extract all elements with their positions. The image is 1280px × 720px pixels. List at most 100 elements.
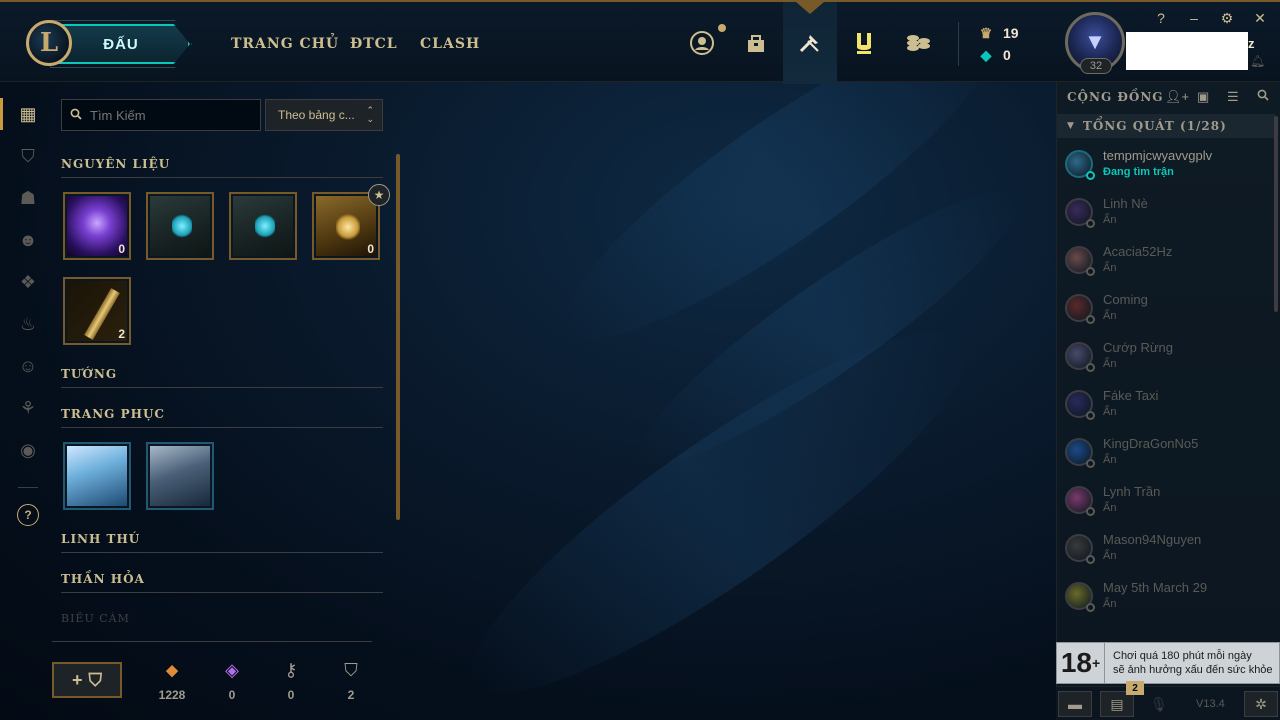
microphone-icon[interactable]: 🎙︎ bbox=[1142, 691, 1176, 717]
favorite-star-icon[interactable]: ★ bbox=[368, 184, 390, 206]
rail-active-indicator bbox=[0, 98, 3, 130]
top-navigation: ĐẤU L TRANG CHỦ ĐTCL CLASH ♛ 19 ◆ 0 ▼ 32… bbox=[0, 0, 1280, 84]
spell-category-icon[interactable]: ♨ bbox=[14, 310, 42, 338]
age-rating-value: 18 bbox=[1060, 647, 1092, 678]
social-scrollbar[interactable] bbox=[1274, 116, 1278, 312]
loot-item-hextech-key[interactable]: 2 bbox=[63, 277, 131, 345]
age-warning-line1: Chơi quá 180 phút mỗi ngày bbox=[1113, 650, 1252, 662]
loot-item-essence[interactable]: 0 bbox=[63, 192, 131, 260]
friend-row[interactable]: Mason94Nguyen Ẩn bbox=[1057, 528, 1275, 574]
loot-icon[interactable] bbox=[795, 28, 825, 58]
resource-orange-essence: ⬥ 1228 bbox=[152, 658, 192, 702]
collection-icon[interactable] bbox=[741, 28, 771, 58]
friend-name: Coming bbox=[1103, 292, 1148, 307]
friend-status: Ẩn bbox=[1103, 406, 1117, 418]
loot-count: 2 bbox=[118, 327, 125, 341]
nav-clash[interactable]: CLASH bbox=[420, 36, 480, 52]
friend-status-dot bbox=[1086, 363, 1095, 372]
blue-essence-value: 19 bbox=[1003, 25, 1019, 41]
friend-status-dot bbox=[1086, 267, 1095, 276]
loot-item-skin-shard[interactable] bbox=[63, 442, 131, 510]
search-icon bbox=[70, 108, 82, 123]
close-icon[interactable]: ✕ bbox=[1250, 10, 1270, 27]
friend-status: Ẩn bbox=[1103, 310, 1117, 322]
add-friend-icon[interactable]: 👤︎+ bbox=[1165, 89, 1189, 105]
resource-key-fragment: ⚷ 0 bbox=[271, 658, 311, 702]
friend-status: Ẩn bbox=[1103, 262, 1117, 274]
friend-row[interactable]: Acacia52Hz Ẩn bbox=[1057, 240, 1275, 286]
friend-row[interactable]: Cướp Rừng Ẩn bbox=[1057, 336, 1275, 382]
section-materials: NGUYÊN LIỆU bbox=[61, 157, 383, 178]
skin-category-icon[interactable]: ☻ bbox=[14, 226, 42, 254]
tft-pass-icon[interactable] bbox=[849, 28, 879, 58]
profile-notification-dot bbox=[718, 24, 726, 32]
search-input[interactable] bbox=[90, 107, 250, 123]
resource-mythic-essence: ◈ 0 bbox=[212, 658, 252, 702]
all-items-grid-icon[interactable]: ▦ bbox=[14, 100, 42, 128]
loot-scrollbar[interactable] bbox=[396, 154, 400, 520]
friend-row[interactable]: Lynh Trần Ẩn bbox=[1057, 480, 1275, 526]
play-button[interactable]: ĐẤU bbox=[54, 24, 190, 64]
nav-home[interactable]: TRANG CHỦ bbox=[231, 36, 339, 52]
emote-category-icon[interactable]: ☺ bbox=[14, 352, 42, 380]
tft-category-icon[interactable]: ⚘ bbox=[14, 394, 42, 422]
profile-name-redacted bbox=[1126, 32, 1248, 70]
friend-row[interactable]: tempmjcwyavvgplv Đang tìm trận bbox=[1057, 144, 1275, 190]
loot-search bbox=[61, 99, 261, 131]
section-spells: THẦN HỎA bbox=[61, 572, 383, 593]
profile-icon[interactable] bbox=[687, 28, 717, 58]
section-emotes: BIỂU CẢM bbox=[61, 612, 130, 622]
age-warning-banner: 18 + Chơi quá 180 phút mỗi ngày sẽ ảnh hư… bbox=[1056, 642, 1280, 684]
friend-row[interactable]: KingDraGonNo5 Ẩn bbox=[1057, 432, 1275, 478]
friend-status: Ẩn bbox=[1103, 358, 1117, 370]
nav-tft[interactable]: ĐTCL bbox=[350, 36, 398, 52]
chest-icon: ⛉ bbox=[88, 669, 103, 690]
ward-category-icon[interactable]: ❖ bbox=[14, 268, 42, 296]
friend-group-header[interactable]: ▼ TỔNG QUÁT (1/28) bbox=[1057, 114, 1275, 138]
friend-row[interactable]: May 5th March 29 Ẩn bbox=[1057, 576, 1275, 622]
add-folder-icon[interactable]: ▣ bbox=[1197, 89, 1209, 105]
icon-category-icon[interactable]: ◉ bbox=[14, 436, 42, 464]
sort-dropdown-label: Theo bảng c... bbox=[278, 108, 355, 122]
chat-icon[interactable]: ▬ bbox=[1058, 691, 1092, 717]
resource-chest: ⛉ 2 bbox=[331, 658, 371, 702]
loot-item-hextech-chest[interactable] bbox=[146, 192, 214, 260]
social-search-icon[interactable] bbox=[1257, 89, 1269, 104]
friend-row[interactable]: Coming Ẩn bbox=[1057, 288, 1275, 334]
friend-status-dot bbox=[1086, 315, 1095, 324]
notification-bell-icon[interactable]: 🔔︎ bbox=[1250, 54, 1265, 68]
friend-row[interactable]: Linh Nè Ẩn bbox=[1057, 192, 1275, 238]
loot-item-hextech-chest[interactable] bbox=[229, 192, 297, 260]
bug-report-icon[interactable]: ✲ bbox=[1244, 691, 1278, 717]
mythic-essence-icon: ◈ bbox=[225, 660, 239, 680]
store-icon[interactable] bbox=[903, 28, 933, 58]
sort-dropdown[interactable]: Theo bảng c... ⌃ ⌄ bbox=[265, 99, 383, 131]
friend-name: tempmjcwyavvgplv bbox=[1103, 148, 1213, 163]
league-logo-icon[interactable]: L bbox=[26, 20, 72, 66]
age-warning-line2: sẽ ảnh hưởng xấu đến sức khỏe bbox=[1113, 664, 1273, 676]
skin-art bbox=[150, 446, 210, 506]
help-icon[interactable]: ? bbox=[1151, 10, 1171, 26]
friend-row[interactable]: Fáke Taxi Ẩn bbox=[1057, 384, 1275, 430]
chest-value: 2 bbox=[347, 688, 355, 702]
loot-bottom-divider bbox=[52, 641, 372, 642]
client-version: V13.4 bbox=[1196, 698, 1225, 710]
friend-status: Ẩn bbox=[1103, 550, 1117, 562]
friend-status: Ẩn bbox=[1103, 502, 1117, 514]
add-chest-button[interactable]: + ⛉ bbox=[52, 662, 122, 698]
chest-category-icon[interactable]: ⛉ bbox=[14, 142, 42, 170]
key-fragment-value: 0 bbox=[287, 688, 295, 702]
orange-essence-value: 1228 bbox=[158, 688, 186, 702]
friend-name: Fáke Taxi bbox=[1103, 388, 1159, 403]
minimize-icon[interactable]: – bbox=[1184, 10, 1204, 26]
list-view-icon[interactable]: ☰ bbox=[1227, 89, 1239, 105]
loot-help-icon[interactable]: ? bbox=[17, 504, 39, 526]
friend-name: KingDraGonNo5 bbox=[1103, 436, 1199, 451]
loot-item-skin-shard[interactable] bbox=[146, 442, 214, 510]
friend-name: Acacia52Hz bbox=[1103, 244, 1173, 259]
chest-icon: ⛉ bbox=[344, 660, 358, 680]
champion-category-icon[interactable]: ☗ bbox=[14, 184, 42, 212]
play-label: ĐẤU bbox=[103, 35, 139, 53]
friend-name: May 5th March 29 bbox=[1103, 580, 1208, 595]
settings-icon[interactable]: ⚙ bbox=[1217, 10, 1237, 27]
